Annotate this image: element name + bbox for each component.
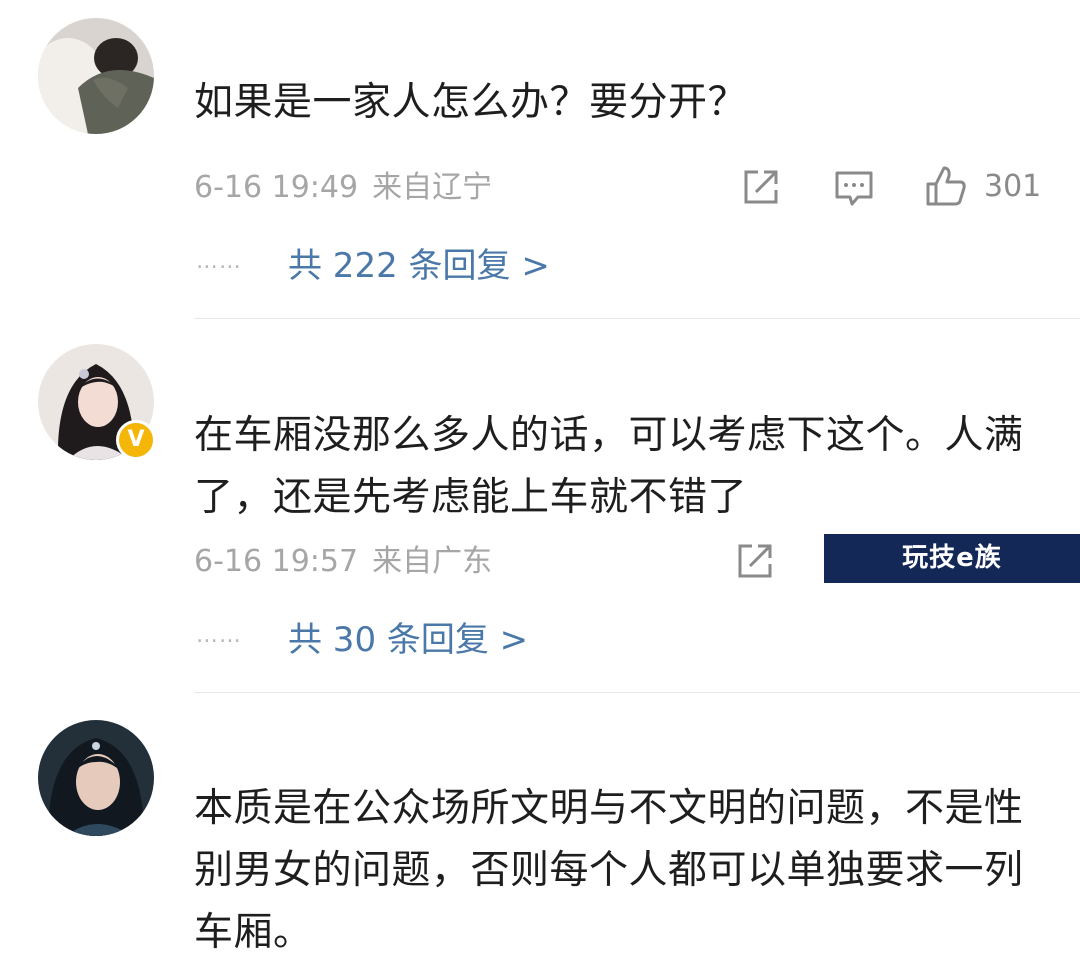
comment-date: 6-16 19:57 xyxy=(194,544,359,579)
like-button[interactable]: 301 xyxy=(924,164,1041,208)
comment-meta: 6-16 19:57 来自广东 xyxy=(194,542,492,582)
comment-icon xyxy=(835,171,873,206)
share-button[interactable] xyxy=(742,168,782,206)
share-button[interactable] xyxy=(736,542,776,580)
replies-label: 共 222 条回复 > xyxy=(288,246,550,286)
divider xyxy=(194,692,1080,693)
replies-link[interactable]: ⋯⋯ 共 222 条回复 > xyxy=(196,244,550,290)
comment-button[interactable] xyxy=(834,170,874,208)
comment-text: 在车厢没那么多人的话，可以考虑下这个。人满了，还是先考虑能上车就不错了 xyxy=(194,413,1024,520)
share-icon xyxy=(738,544,772,578)
comment-text: 如果是一家人怎么办？要分开？ xyxy=(194,80,748,125)
avatar-image xyxy=(38,18,154,134)
replies-dots: ⋯⋯ xyxy=(196,628,242,654)
avatar-image xyxy=(38,720,154,836)
replies-label: 共 30 条回复 > xyxy=(288,620,529,660)
avatar[interactable]: V xyxy=(38,344,156,460)
avatar[interactable] xyxy=(38,720,154,836)
comment-text: 本质是在公众场所文明与不文明的问题，不是性别男女的问题，否则每个人都可以单独要求… xyxy=(194,786,1024,955)
watermark-logo: 玩技e族 xyxy=(824,534,1080,583)
like-count: 301 xyxy=(984,168,1042,204)
avatar[interactable] xyxy=(38,18,154,134)
comment-location: 来自广东 xyxy=(372,544,493,579)
share-icon xyxy=(744,170,778,204)
comment-date: 6-16 19:49 xyxy=(194,170,359,205)
thumbs-up-icon xyxy=(926,166,966,206)
comment-location: 来自辽宁 xyxy=(372,170,493,205)
comment-meta: 6-16 19:49 来自辽宁 xyxy=(194,168,492,208)
replies-link[interactable]: ⋯⋯ 共 30 条回复 > xyxy=(196,618,528,664)
divider xyxy=(194,318,1080,319)
replies-dots: ⋯⋯ xyxy=(196,254,242,280)
verified-badge-icon: V xyxy=(116,420,156,460)
